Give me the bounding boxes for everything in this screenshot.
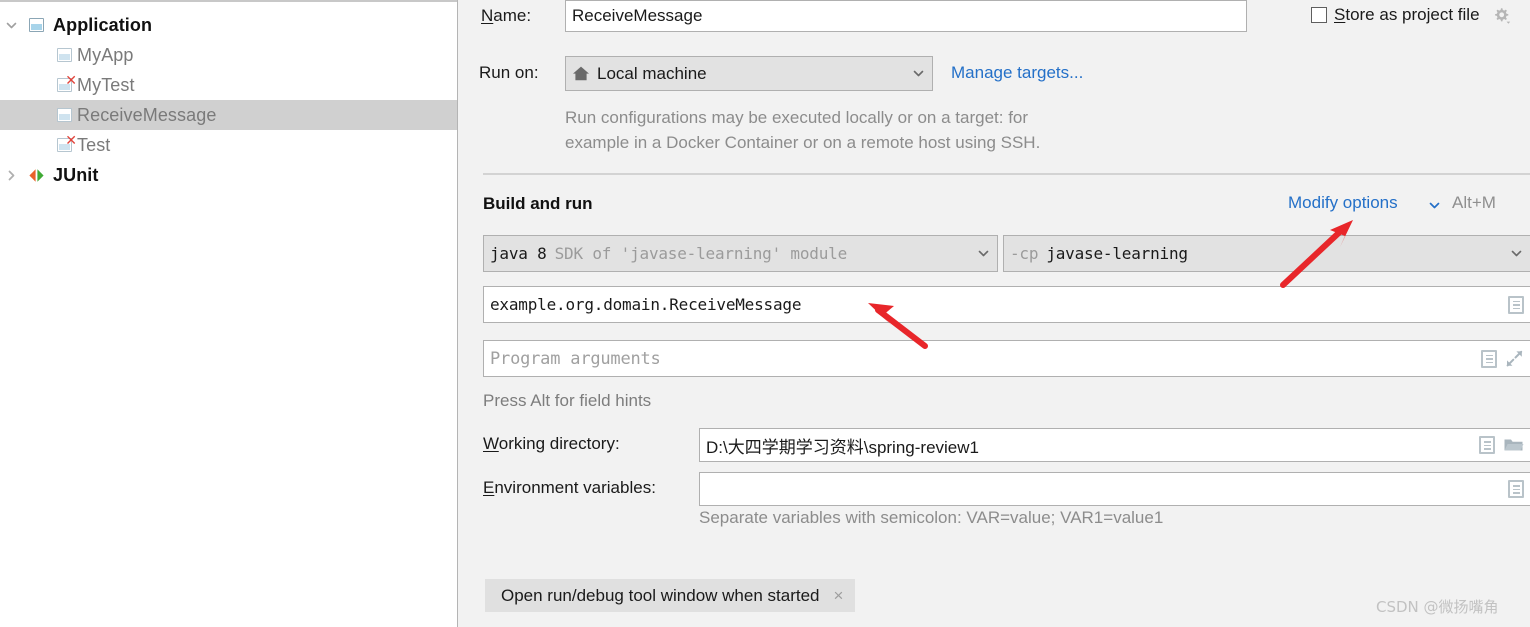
module-classpath-select[interactable]: -cp javase-learning — [1003, 235, 1530, 272]
window-icon — [56, 107, 73, 124]
jre-select[interactable]: java 8 SDK of 'javase-learning' module — [483, 235, 998, 272]
name-label: Name: — [481, 6, 532, 25]
folder-icon[interactable] — [1503, 436, 1524, 454]
jre-value: java 8 SDK of 'javase-learning' module — [490, 244, 847, 263]
tree-item-label: Application — [53, 14, 153, 35]
chevron-down-icon[interactable] — [0, 19, 22, 32]
insert-macro-icon[interactable] — [1479, 436, 1495, 454]
configuration-form-panel: Name: ReceiveMessage Store as project fi… — [459, 0, 1530, 627]
module-classpath-module: javase-learning — [1046, 244, 1188, 263]
main-class-input[interactable]: example.org.domain.ReceiveMessage — [483, 286, 1530, 323]
error-marker-icon: ✕ — [65, 72, 77, 89]
watermark: CSDN @微扬嘴角 — [1376, 598, 1499, 616]
window-error-icon: ✕ — [56, 74, 77, 94]
run-on-description-line-1: Run configurations may be executed local… — [565, 108, 1029, 127]
run-on-description-line-2: example in a Docker Container or on a re… — [565, 133, 1041, 152]
chevron-down-icon[interactable] — [976, 246, 991, 261]
section-divider — [483, 173, 1530, 175]
error-marker-icon: ✕ — [65, 132, 77, 149]
modify-options-shortcut: Alt+M — [1452, 193, 1496, 212]
run-on-value: Local machine — [597, 63, 707, 83]
modify-options-link[interactable]: Modify options — [1288, 193, 1398, 213]
window-icon — [56, 47, 73, 64]
program-arguments-input[interactable]: Program arguments — [483, 340, 1530, 377]
tree-top-divider — [0, 0, 457, 2]
home-icon — [572, 65, 590, 82]
run-configurations-tree[interactable]: Application MyApp ✕ MyTest ReceiveMessag… — [0, 0, 458, 627]
edit-environment-variables-icon[interactable] — [1508, 480, 1524, 498]
name-input-value: ReceiveMessage — [572, 6, 703, 25]
run-on-select[interactable]: Local machine — [565, 56, 933, 91]
name-input[interactable]: ReceiveMessage — [565, 0, 1247, 32]
store-as-project-file-label: Store as project file — [1334, 5, 1480, 24]
tree-item-label: JUnit — [53, 164, 99, 185]
tree-item-junit[interactable]: JUnit — [0, 160, 457, 190]
junit-icon — [28, 167, 45, 184]
store-as-project-file-row[interactable]: Store as project file — [1311, 5, 1511, 25]
working-directory-input[interactable]: D:\大四学期学习资料\spring-review1 — [699, 428, 1530, 462]
gear-icon[interactable] — [1491, 5, 1511, 25]
run-debug-configurations-window: Application MyApp ✕ MyTest ReceiveMessag… — [0, 0, 1530, 627]
tree-item-label: Test — [77, 134, 111, 155]
manage-targets-link[interactable]: Manage targets... — [951, 63, 1083, 83]
insert-macro-icon[interactable] — [1481, 349, 1497, 368]
environment-variables-label: Environment variables: — [483, 478, 656, 497]
tree-item-test[interactable]: ✕ Test — [0, 130, 457, 160]
expand-field-icon[interactable] — [1508, 295, 1524, 314]
chevron-down-icon[interactable] — [911, 66, 926, 81]
field-hints-text: Press Alt for field hints — [483, 391, 652, 410]
module-classpath-value: -cp javase-learning — [1010, 244, 1188, 263]
jre-value-strong: java 8 — [490, 244, 547, 263]
tree-item-myapp[interactable]: MyApp — [0, 40, 457, 70]
tree-item-label: MyApp — [77, 44, 134, 65]
window-icon — [28, 17, 45, 34]
program-arguments-placeholder: Program arguments — [490, 348, 661, 369]
environment-variables-input[interactable] — [699, 472, 1530, 506]
run-on-label: Run on: — [479, 63, 539, 82]
tree-item-receivemessage[interactable]: ReceiveMessage — [0, 100, 457, 130]
working-directory-label: Working directory: — [483, 434, 620, 453]
window-error-icon: ✕ — [56, 134, 77, 154]
open-tool-window-chip[interactable]: Open run/debug tool window when started … — [485, 579, 856, 612]
chevron-right-icon[interactable] — [0, 169, 22, 182]
store-as-project-file-checkbox[interactable] — [1311, 7, 1327, 23]
build-and-run-title: Build and run — [483, 194, 593, 213]
tree-item-label: ReceiveMessage — [77, 104, 217, 125]
tree-item-mytest[interactable]: ✕ MyTest — [0, 70, 457, 100]
expand-editor-icon[interactable] — [1505, 349, 1524, 368]
working-directory-value: D:\大四学期学习资料\spring-review1 — [706, 437, 979, 457]
jre-value-dim: SDK of 'javase-learning' module — [554, 244, 848, 263]
close-icon[interactable]: × — [833, 587, 843, 604]
open-tool-window-chip-label: Open run/debug tool window when started — [501, 585, 820, 605]
chevron-down-icon[interactable] — [1509, 246, 1524, 261]
tree-item-application[interactable]: Application — [0, 10, 457, 40]
chevron-down-icon[interactable] — [1427, 198, 1442, 213]
main-class-value: example.org.domain.ReceiveMessage — [490, 295, 802, 314]
environment-variables-hint: Separate variables with semicolon: VAR=v… — [699, 508, 1164, 527]
module-classpath-flag: -cp — [1010, 244, 1039, 263]
tree-item-label: MyTest — [77, 74, 135, 95]
